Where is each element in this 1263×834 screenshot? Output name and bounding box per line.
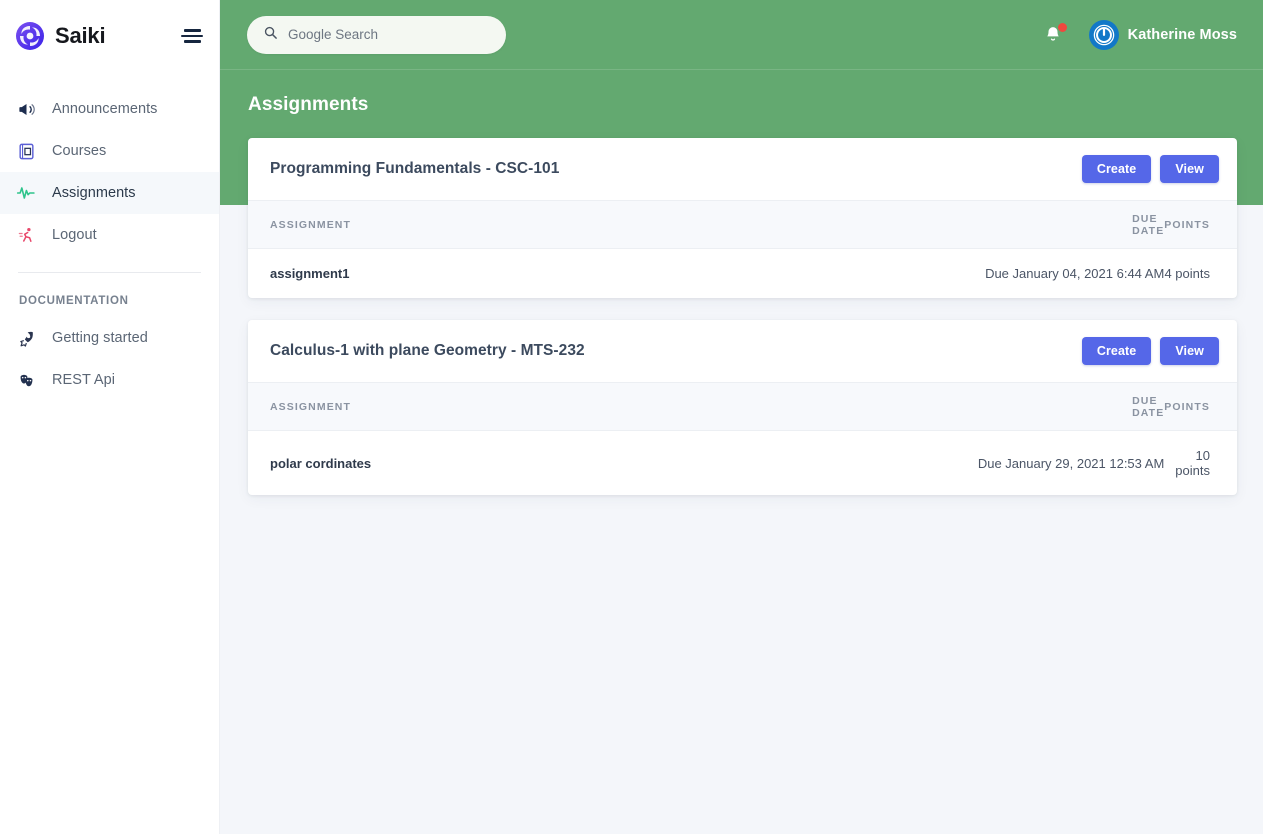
assignments-table: ASSIGNMENT DUE DATE POINTS polar cordina… [248,382,1237,495]
course-card-actions: Create View [1081,155,1219,183]
view-button[interactable]: View [1160,155,1219,183]
create-button[interactable]: Create [1081,155,1152,183]
sidebar-nav: Announcements Courses Assignments Logout… [0,88,219,401]
topbar-right: Katherine Moss [1043,19,1237,50]
brand-name: Saiki [55,23,106,48]
hamburger-icon[interactable] [181,28,203,44]
assignment-name: assignment1 [270,266,350,281]
search-box[interactable] [247,15,506,54]
column-header-points: POINTS [1164,382,1237,431]
course-title: Calculus-1 with plane Geometry - MTS-232 [270,342,585,359]
sidebar-item-announcements[interactable]: Announcements [0,88,219,130]
column-header-due-date: DUE DATE [430,200,1165,249]
megaphone-icon [16,99,36,119]
table-row[interactable]: polar cordinates Due January 29, 2021 12… [248,431,1237,496]
column-header-assignment: ASSIGNMENT [248,200,431,249]
sidebar-item-label: Courses [52,143,107,159]
assignment-name: polar cordinates [270,455,372,471]
assignment-due-date: Due January 29, 2021 12:53 AM [977,455,1165,471]
sidebar-item-rest-api[interactable]: REST Api [0,359,219,401]
table-row[interactable]: assignment1 Due January 04, 2021 6:44 AM… [248,249,1237,299]
page-title: Assignments [248,94,369,115]
search-input[interactable] [288,27,490,42]
running-person-icon [16,225,36,245]
sidebar-item-label: REST Api [52,372,115,388]
power-circle-avatar [1088,19,1119,50]
sidebar-item-label: Assignments [52,185,136,201]
sidebar-item-label: Getting started [52,330,148,346]
topbar: Katherine Moss [220,0,1263,70]
bell-icon [1043,26,1063,49]
saiki-spiral-logo [14,20,46,52]
column-header-due-date: DUE DATE [430,382,1165,431]
course-card: Programming Fundamentals - CSC-101 Creat… [248,138,1237,298]
table-header: ASSIGNMENT DUE DATE POINTS [248,200,1237,249]
brand[interactable]: Saiki [14,20,106,52]
table-header: ASSIGNMENT DUE DATE POINTS [248,382,1237,431]
user-name-label: Katherine Moss [1127,26,1237,43]
notification-badge-dot [1057,22,1067,32]
course-card-actions: Create View [1081,337,1219,365]
assignments-table: ASSIGNMENT DUE DATE POINTS assignment1 D… [248,200,1237,298]
view-button[interactable]: View [1160,337,1219,365]
user-menu[interactable]: Katherine Moss [1088,19,1237,50]
main-area: Katherine Moss Assignments Programming F… [220,0,1263,834]
table-header-row: ASSIGNMENT DUE DATE POINTS [248,200,1237,249]
course-title: Programming Fundamentals - CSC-101 [270,160,560,177]
course-card-header: Programming Fundamentals - CSC-101 Creat… [248,138,1237,200]
rocket-icon [16,328,36,348]
sidebar: Saiki Announcements Courses Assignments … [0,0,220,834]
notification-bell-button[interactable] [1043,22,1067,49]
book-icon [16,141,36,161]
table-header-row: ASSIGNMENT DUE DATE POINTS [248,382,1237,431]
content-area: Programming Fundamentals - CSC-101 Creat… [220,116,1263,495]
assignment-due-date: Due January 04, 2021 6:44 AM [985,266,1165,281]
sidebar-item-label: Announcements [52,101,158,117]
column-header-points: POINTS [1164,200,1237,249]
create-button[interactable]: Create [1081,337,1152,365]
sidebar-item-label: Logout [52,227,97,243]
sidebar-section-label: DOCUMENTATION [19,295,129,307]
sidebar-item-getting-started[interactable]: Getting started [0,317,219,359]
column-header-assignment: ASSIGNMENT [248,382,431,431]
search-icon [263,25,278,45]
course-card: Calculus-1 with plane Geometry - MTS-232… [248,320,1237,495]
sidebar-item-courses[interactable]: Courses [0,130,219,172]
app-root: Saiki Announcements Courses Assignments … [0,0,1263,834]
table-body: polar cordinates Due January 29, 2021 12… [248,431,1237,496]
assignment-points: 4 points [1164,266,1210,281]
activity-pulse-icon [16,183,36,203]
sidebar-item-logout[interactable]: Logout [0,214,219,256]
sidebar-brand-row: Saiki [0,0,219,72]
course-card-header: Calculus-1 with plane Geometry - MTS-232… [248,320,1237,382]
theater-masks-icon [16,370,36,390]
assignment-points: 10 points [1175,448,1210,478]
sidebar-item-assignments[interactable]: Assignments [0,172,219,214]
table-body: assignment1 Due January 04, 2021 6:44 AM… [248,249,1237,299]
